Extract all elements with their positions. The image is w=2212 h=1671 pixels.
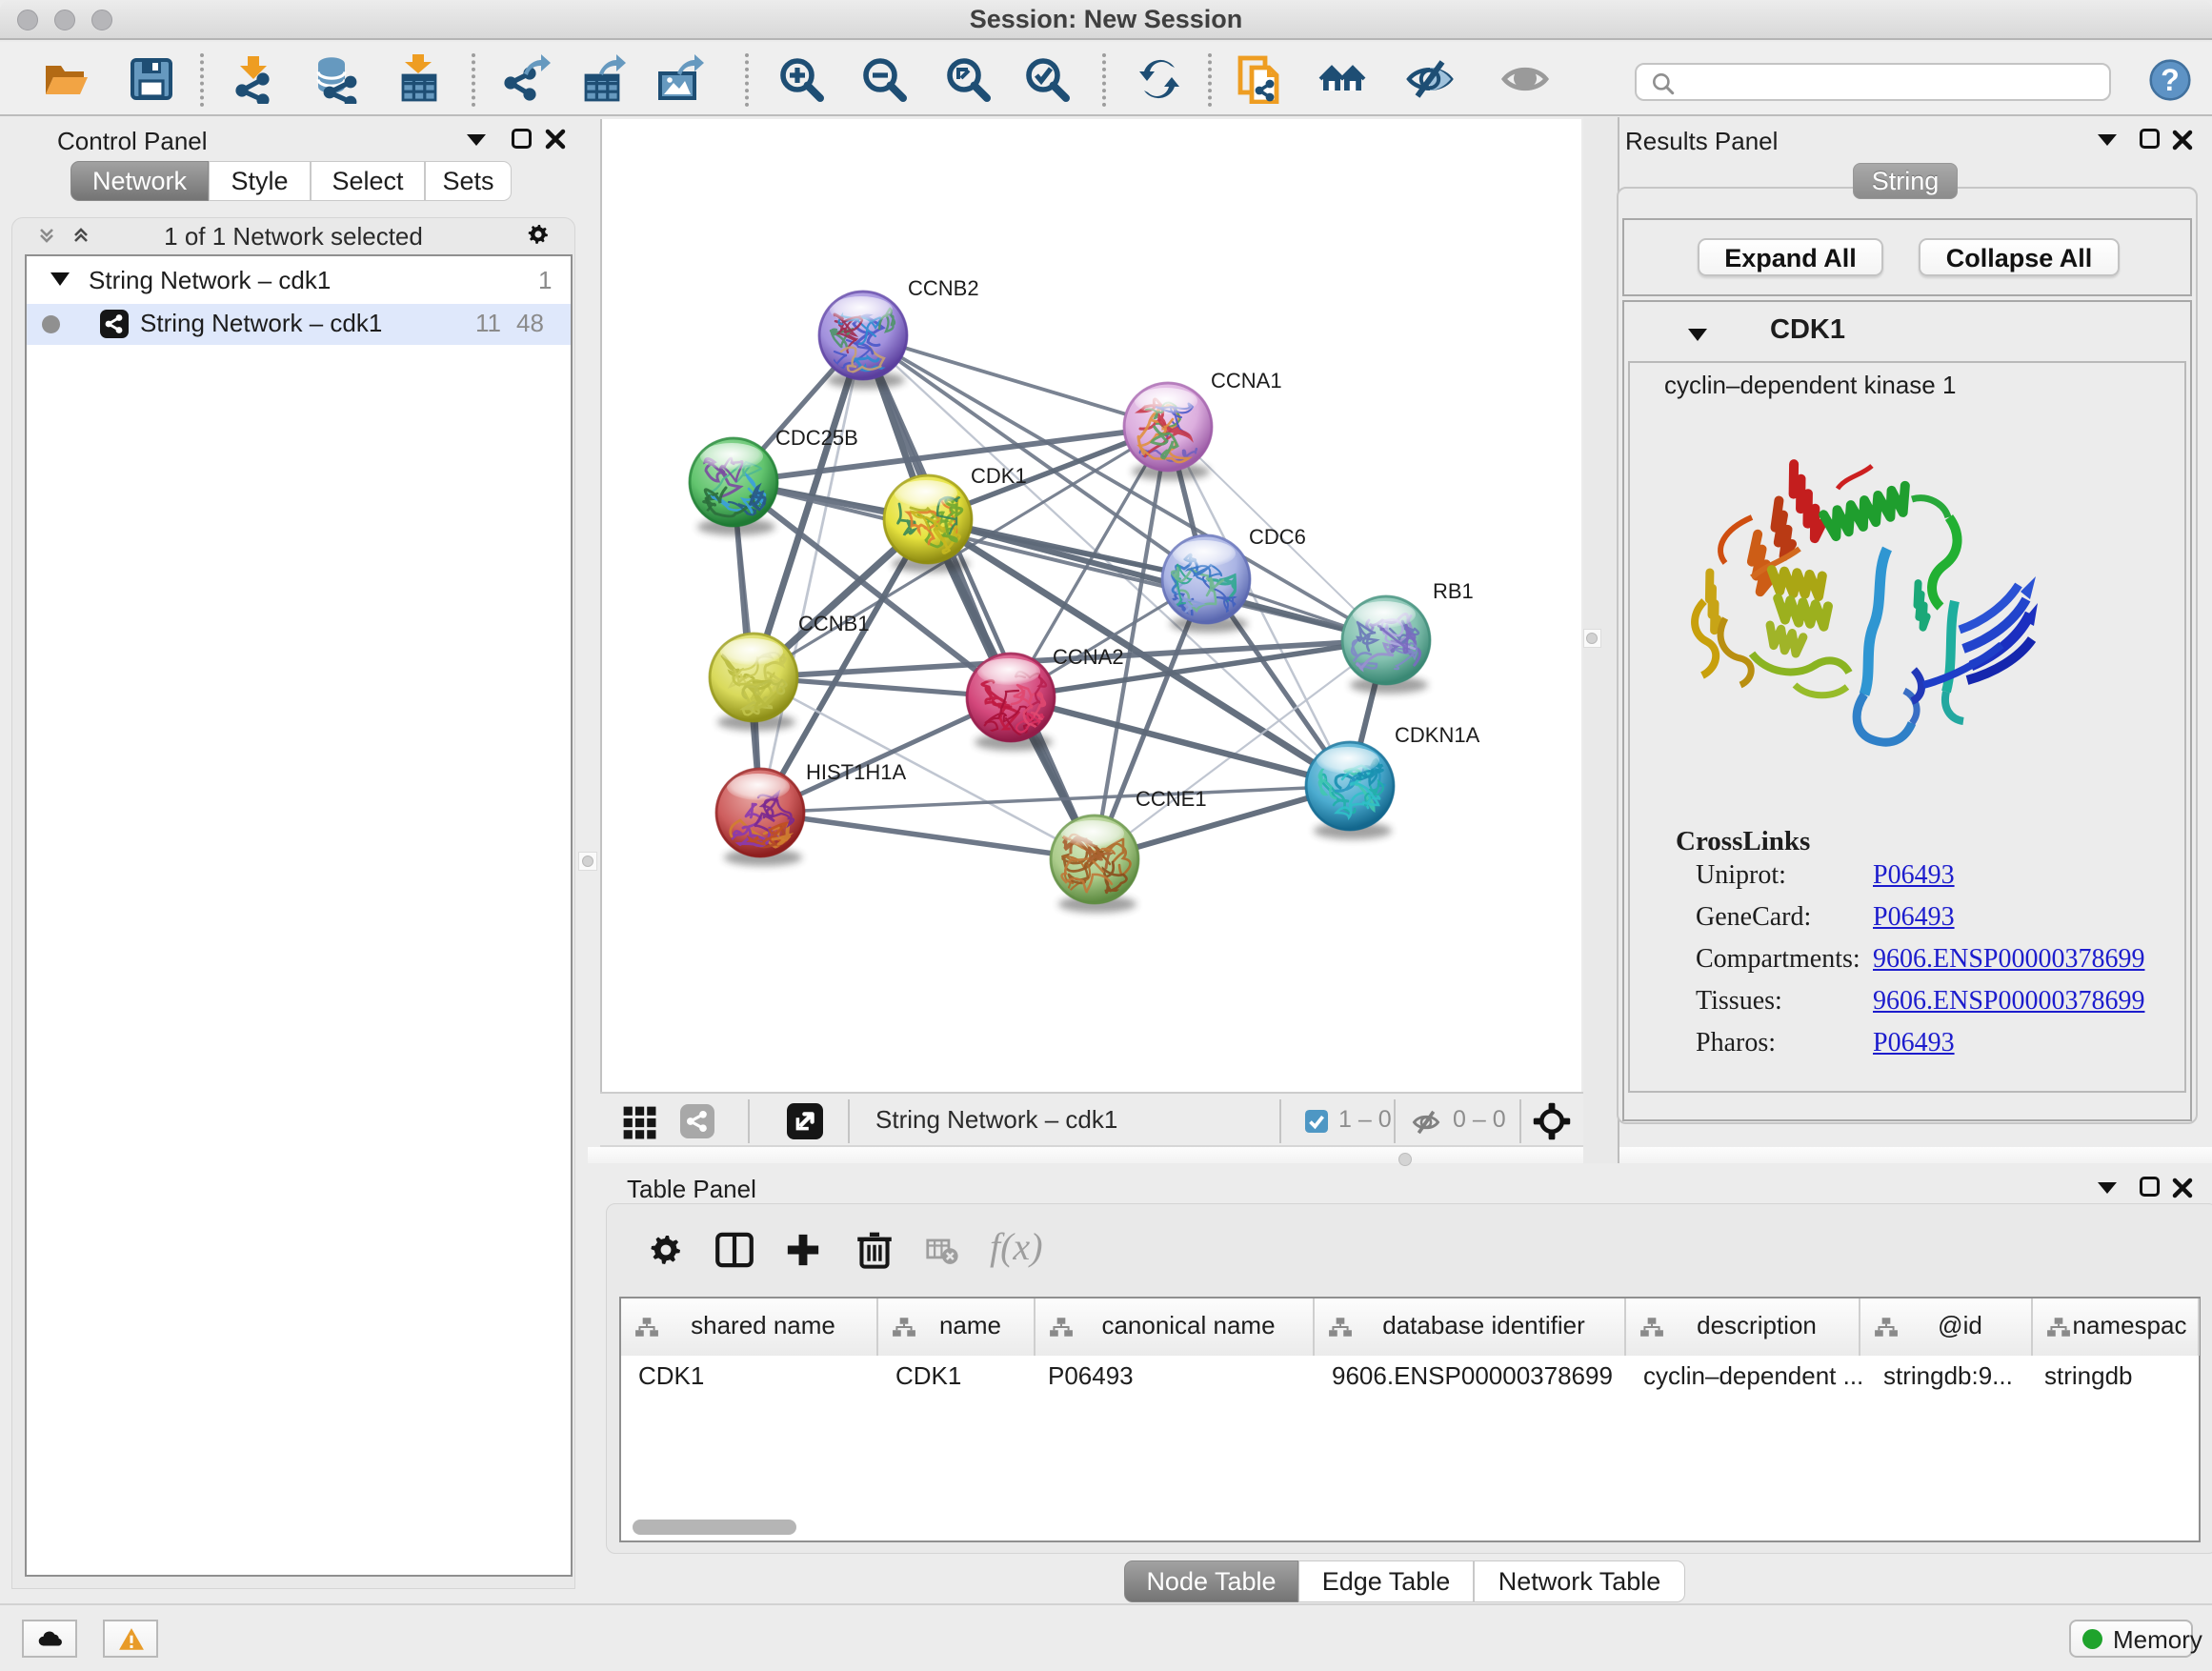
svg-text:CDC6: CDC6 [1249,525,1306,549]
svg-text:?: ? [2161,63,2180,97]
svg-text:CCNA1: CCNA1 [1211,369,1282,393]
svg-text:CCNB1: CCNB1 [798,612,870,635]
svg-text:CCNB2: CCNB2 [908,276,979,300]
svg-text:HIST1H1A: HIST1H1A [806,760,906,784]
svg-text:CCNA2: CCNA2 [1053,645,1124,669]
svg-text:CDK1: CDK1 [971,464,1027,488]
svg-text:CCNE1: CCNE1 [1136,787,1207,811]
svg-text:RB1: RB1 [1433,579,1474,603]
svg-text:CDC25B: CDC25B [775,426,858,450]
svg-text:CDKN1A: CDKN1A [1395,723,1480,747]
